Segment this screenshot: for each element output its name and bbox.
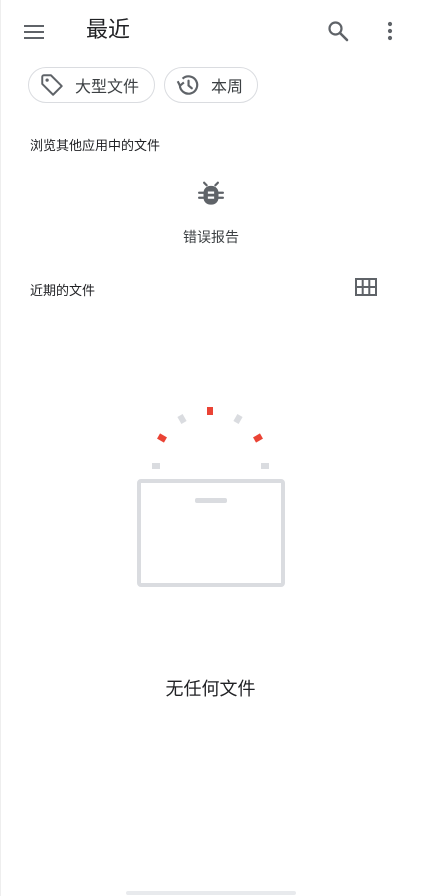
label-tag-icon xyxy=(39,72,65,98)
history-icon xyxy=(175,72,201,98)
app-bar: 最近 xyxy=(0,0,421,62)
app-item-bug-report[interactable]: 错误报告 xyxy=(165,178,257,250)
browse-apps-header: 浏览其他应用中的文件 xyxy=(30,139,161,154)
bug-report-icon xyxy=(195,178,227,210)
grid-view-icon xyxy=(355,278,377,296)
more-options-button[interactable] xyxy=(372,11,408,51)
recent-files-header: 近期的文件 xyxy=(30,284,96,299)
empty-state-message: 无任何文件 xyxy=(165,679,256,700)
grid-view-toggle-button[interactable] xyxy=(349,272,383,302)
app-item-label: 错误报告 xyxy=(183,230,239,246)
more-vert-icon xyxy=(387,21,393,41)
page-title: 最近 xyxy=(86,18,131,43)
search-button[interactable] xyxy=(318,11,358,51)
hamburger-menu-icon xyxy=(24,25,44,39)
filter-chip-label: 大型文件 xyxy=(75,77,140,96)
filter-chip-label: 本周 xyxy=(211,77,244,96)
filter-chip-this-week[interactable]: 本周 xyxy=(164,67,258,103)
screen-edge xyxy=(0,0,1,896)
menu-button[interactable] xyxy=(14,12,54,52)
empty-box-illustration xyxy=(130,400,292,592)
search-icon xyxy=(328,21,349,42)
filter-chip-large-files[interactable]: 大型文件 xyxy=(28,67,155,103)
home-indicator[interactable] xyxy=(126,891,296,895)
